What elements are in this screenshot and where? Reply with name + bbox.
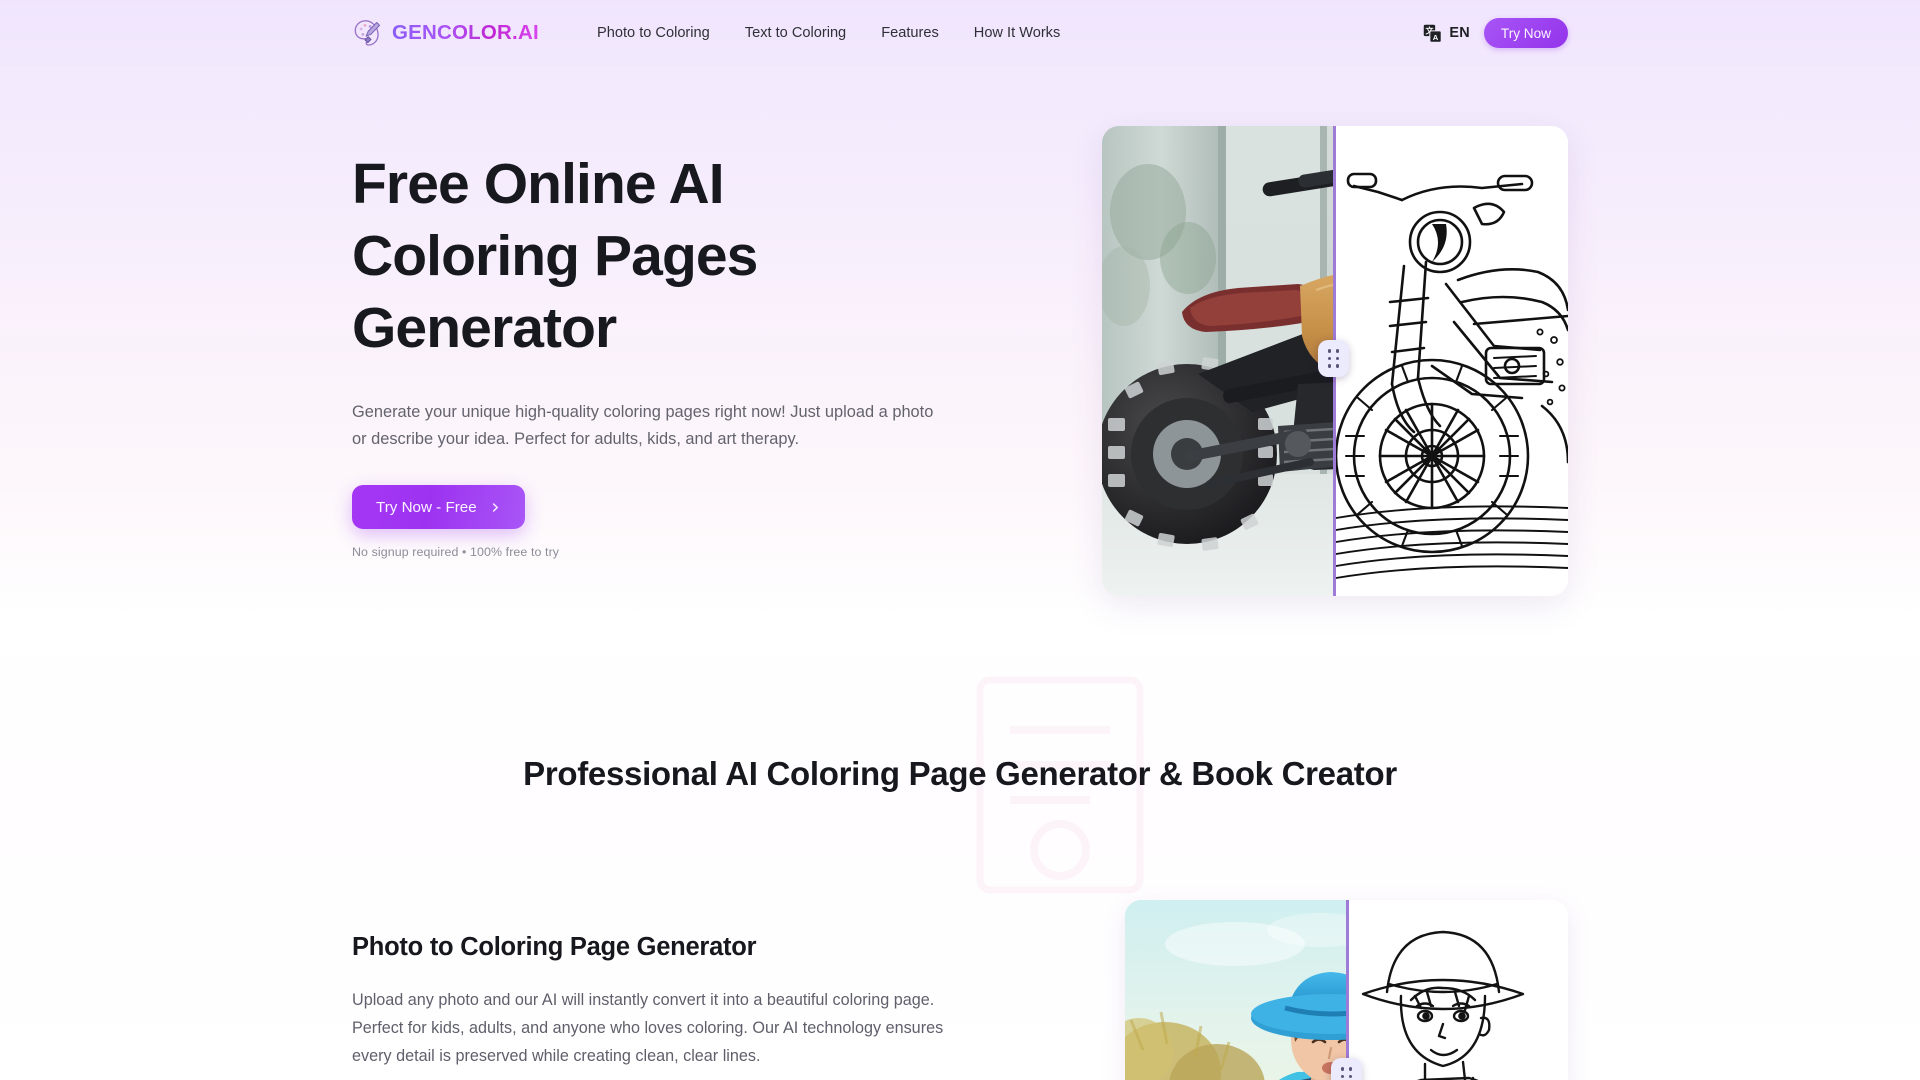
section2-title: Professional AI Coloring Page Generator …	[523, 755, 1397, 792]
feature-photo-to-coloring: Photo to Coloring Page Generator Upload …	[352, 933, 952, 1070]
feature-comparison-divider	[1346, 900, 1349, 1080]
hero-cta-label: Try Now - Free	[376, 498, 477, 516]
main-nav: Photo to Coloring Text to Coloring Featu…	[597, 26, 1060, 41]
hero-content: Free Online AI Coloring Pages Generator …	[352, 148, 972, 559]
nav-item-text-to-coloring[interactable]: Text to Coloring	[745, 26, 846, 41]
feature-before-after-comparison[interactable]	[1125, 900, 1568, 1080]
hero-cta-note: No signup required • 100% free to try	[352, 545, 560, 559]
feature-lineart-pane	[1347, 900, 1568, 1080]
nav-item-how-it-works[interactable]: How It Works	[974, 26, 1061, 41]
feature-drag-dots-handle-icon[interactable]	[1331, 1058, 1362, 1080]
landing-page: GENCOLOR.AI Photo to Coloring Text to Co…	[0, 0, 1920, 1080]
language-code: EN	[1449, 25, 1470, 41]
hero-before-after-comparison[interactable]: BMW	[1102, 126, 1568, 596]
drag-dots-handle-icon[interactable]	[1318, 340, 1349, 377]
brand-logo[interactable]: GENCOLOR.AI	[353, 18, 539, 48]
motorcycle-photo: BMW	[1102, 126, 1334, 596]
translate-icon: 文 A	[1424, 24, 1443, 43]
hero-title: Free Online AI Coloring Pages Generator	[352, 152, 758, 360]
feature-title: Photo to Coloring Page Generator	[352, 933, 757, 961]
palette-paintbrush-icon	[354, 20, 381, 46]
hero-try-now-free-button[interactable]: Try Now - Free	[352, 485, 525, 529]
feature-photo-pane	[1125, 900, 1347, 1080]
hero-lineart-pane	[1334, 126, 1568, 596]
hero-photo-pane: BMW	[1102, 126, 1334, 596]
nav-try-now-button[interactable]: Try Now	[1483, 18, 1568, 48]
svg-text:A: A	[1433, 32, 1439, 41]
section2-background	[0, 616, 1920, 1080]
child-photo	[1125, 900, 1347, 1080]
feature-description: Upload any photo and our AI will instant…	[352, 991, 944, 1065]
navbar-right-group: 文 A EN Try Now	[1419, 18, 1568, 48]
hero-subtitle: Generate your unique high-quality colori…	[352, 403, 934, 448]
nav-item-features[interactable]: Features	[881, 26, 939, 41]
language-switcher[interactable]: 文 A EN	[1419, 20, 1474, 47]
motorcycle-lineart	[1334, 126, 1568, 596]
chevron-right-icon	[492, 502, 498, 512]
brand-name: GENCOLOR.AI	[392, 21, 539, 44]
top-navbar: GENCOLOR.AI Photo to Coloring Text to Co…	[0, 0, 1920, 66]
child-lineart	[1347, 900, 1568, 1080]
nav-item-photo-to-coloring[interactable]: Photo to Coloring	[597, 26, 710, 41]
